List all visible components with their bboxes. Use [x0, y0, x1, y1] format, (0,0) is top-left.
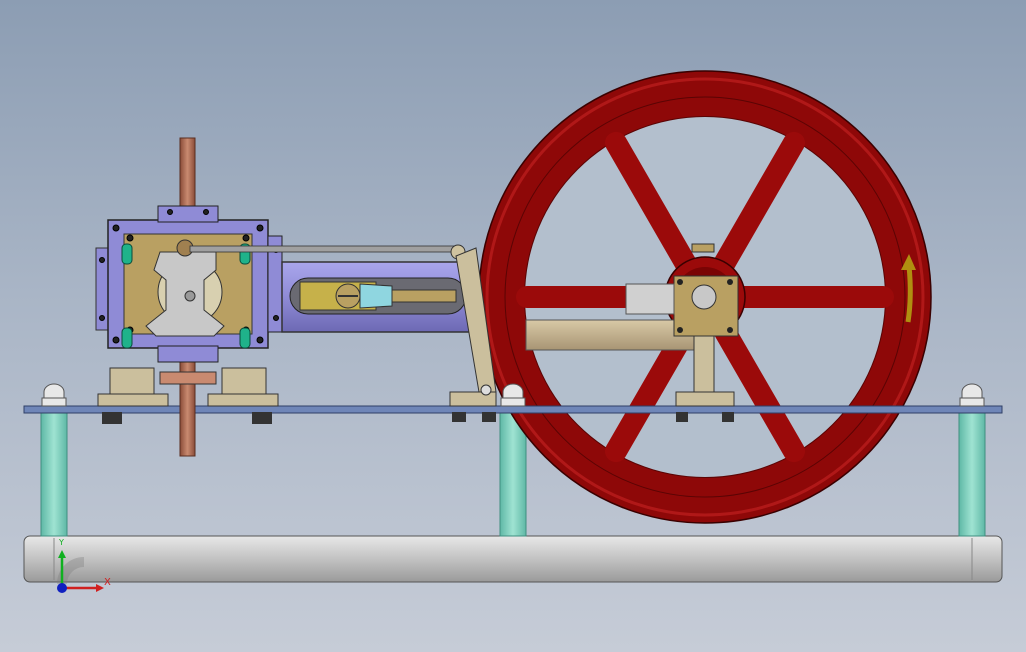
cad-viewport[interactable]: X Y — [0, 0, 1026, 652]
base-bar[interactable] — [23, 535, 1003, 583]
x-axis-label: X — [104, 577, 111, 588]
steam-engine-model[interactable] — [0, 0, 1026, 652]
cylinder[interactable] — [281, 261, 477, 333]
valve-chest[interactable] — [95, 205, 283, 363]
y-axis-label: Y — [59, 538, 64, 547]
base-plate[interactable] — [23, 405, 1003, 414]
